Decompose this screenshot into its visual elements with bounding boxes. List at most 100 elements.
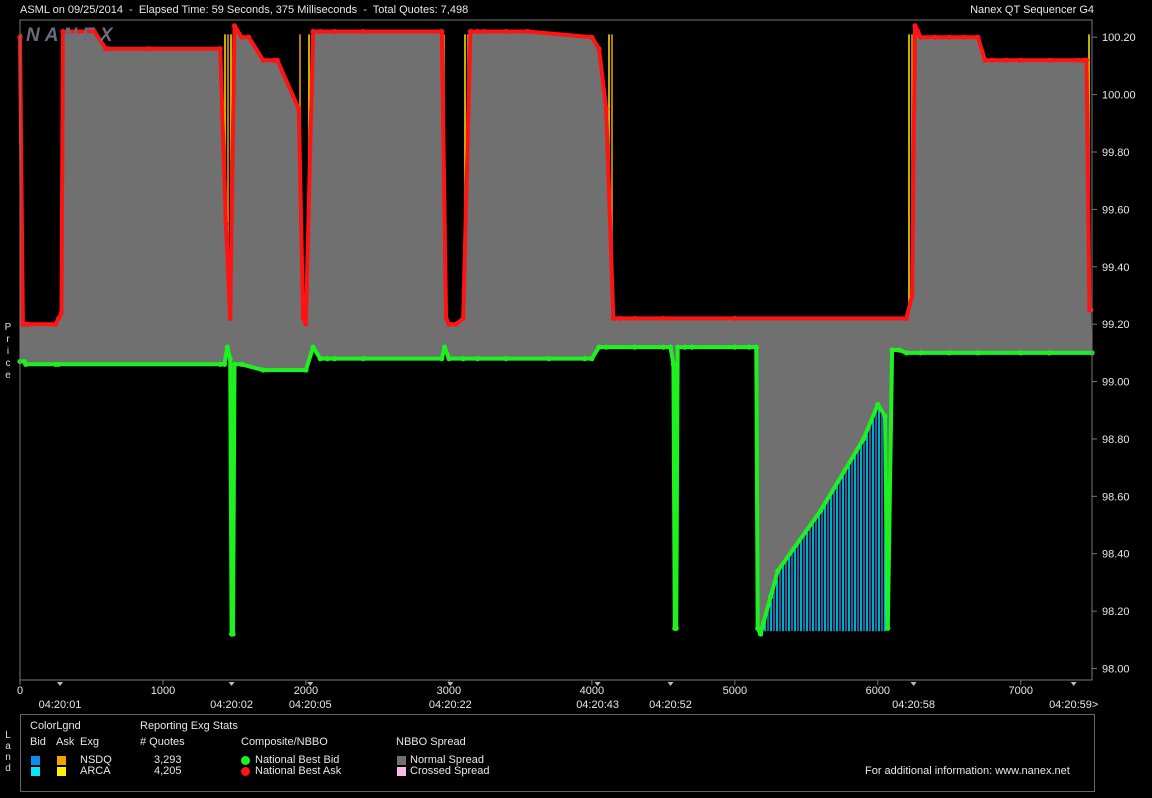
nanex-logo: NANEX xyxy=(26,25,118,46)
best-ask-point xyxy=(317,28,323,35)
best-bid-point xyxy=(860,436,867,442)
time-label: 04:20:52 xyxy=(649,699,692,711)
best-ask-point xyxy=(589,34,595,40)
nsdq-bid-swatch xyxy=(31,756,40,765)
best-ask-point xyxy=(932,34,938,40)
time-label: 04:20:01 xyxy=(39,699,82,711)
best-bid-point xyxy=(732,344,738,350)
best-bid-point xyxy=(503,356,509,362)
best-bid-point xyxy=(670,361,676,367)
time-label: 04:20:43 xyxy=(576,699,619,711)
info-footer: For additional information: www.nanex.ne… xyxy=(865,765,1070,777)
time-label: 04:20:59> xyxy=(1049,699,1098,711)
best-bid-point xyxy=(230,631,236,637)
best-bid-point xyxy=(775,568,781,574)
best-ask-point xyxy=(56,315,62,322)
legend-side-char: n xyxy=(5,752,11,763)
best-bid-point xyxy=(582,356,588,362)
best-ask-point xyxy=(1046,57,1052,63)
exchange-name-arca: ARCA xyxy=(80,765,111,777)
time-marker-icon xyxy=(1070,682,1077,686)
best-ask-point xyxy=(610,315,616,322)
best-ask-point xyxy=(989,57,995,63)
best-bid-point xyxy=(632,344,638,350)
best-ask-point xyxy=(617,315,624,322)
time-marker-icon xyxy=(910,682,917,686)
x-tick-label: 6000 xyxy=(866,685,890,697)
best-bid-point xyxy=(768,594,774,600)
best-bid-point xyxy=(675,344,681,350)
best-bid-point xyxy=(753,344,759,350)
x-tick-label: 0 xyxy=(17,685,23,697)
best-ask-point xyxy=(1088,307,1094,313)
time-label: 04:20:22 xyxy=(429,699,472,711)
best-ask-point xyxy=(453,321,459,327)
best-bid-point xyxy=(1018,350,1024,356)
best-ask-point xyxy=(443,315,449,322)
best-bid-point xyxy=(227,356,233,362)
y-tick-label: 99.00 xyxy=(1102,377,1130,389)
best-bid-point xyxy=(260,367,266,373)
y-tick-label: 100.00 xyxy=(1102,90,1136,102)
best-bid-point xyxy=(746,344,752,350)
best-bid-point xyxy=(460,356,466,362)
best-bid-point xyxy=(446,356,452,362)
best-ask-point xyxy=(246,34,252,40)
best-bid-point xyxy=(360,356,366,362)
best-bid-point xyxy=(903,350,910,356)
best-ask-point xyxy=(303,321,309,327)
arca-ask-swatch xyxy=(57,767,66,776)
best-ask-point xyxy=(1003,57,1010,63)
best-ask-point xyxy=(217,46,223,52)
best-ask-point xyxy=(310,28,316,35)
best-bid-point xyxy=(689,344,695,350)
best-ask-point xyxy=(146,46,152,52)
x-tick-label: 3000 xyxy=(437,685,461,697)
best-ask-point xyxy=(239,34,245,40)
best-bid-point xyxy=(310,344,316,350)
best-ask-point xyxy=(912,23,918,29)
y-tick-label: 98.60 xyxy=(1102,491,1130,503)
best-ask-point xyxy=(231,23,238,29)
best-ask-point xyxy=(961,34,967,40)
normal-spread-swatch xyxy=(397,756,406,765)
legend-bid-header: Bid xyxy=(30,736,46,748)
best-ask-point xyxy=(227,315,233,322)
best-ask-point xyxy=(918,34,924,40)
x-tick-label: 4000 xyxy=(580,685,604,697)
best-bid-point xyxy=(875,401,881,408)
best-ask-point xyxy=(331,28,338,35)
best-ask-point xyxy=(474,28,481,35)
y-tick-label: 98.40 xyxy=(1102,549,1130,561)
y-tick-label: 99.80 xyxy=(1102,147,1130,159)
legend-side-char: a xyxy=(5,741,11,752)
best-bid-point xyxy=(442,344,448,350)
crossed-spread-swatch xyxy=(397,767,406,776)
x-tick-label: 7000 xyxy=(1009,685,1033,697)
time-marker-icon xyxy=(57,682,64,686)
best-bid-point xyxy=(896,347,902,353)
price-chart: 98.00 98.20 98.40 98.60 98.80 99.00 99.20 99.40… xyxy=(17,19,1136,711)
x-tick-label: 2000 xyxy=(294,685,318,697)
best-ask-point xyxy=(524,28,531,35)
best-bid-point xyxy=(331,356,338,362)
y-tick-label: 98.80 xyxy=(1102,434,1130,446)
best-ask-point xyxy=(632,315,638,322)
best-ask-point xyxy=(360,28,366,35)
legend-ask-header: Ask xyxy=(56,736,75,748)
legend-reporting-header: Reporting Exg Stats xyxy=(140,720,238,732)
best-ask-point xyxy=(596,46,602,52)
best-ask-point xyxy=(975,34,981,40)
best-bid-point xyxy=(546,356,552,362)
best-bid-point xyxy=(474,356,481,362)
best-bid-point xyxy=(660,344,666,350)
best-bid-point xyxy=(439,356,445,362)
best-bid-point xyxy=(975,350,981,356)
time-label: 04:20:58 xyxy=(892,699,935,711)
legend-quotes-header: # Quotes xyxy=(140,736,185,748)
best-bid-point xyxy=(755,625,761,631)
time-marker-icon xyxy=(228,682,235,686)
best-bid-point xyxy=(239,361,245,367)
best-bid-point xyxy=(760,620,767,626)
legend-composite-header: Composite/NBBO xyxy=(241,736,328,748)
